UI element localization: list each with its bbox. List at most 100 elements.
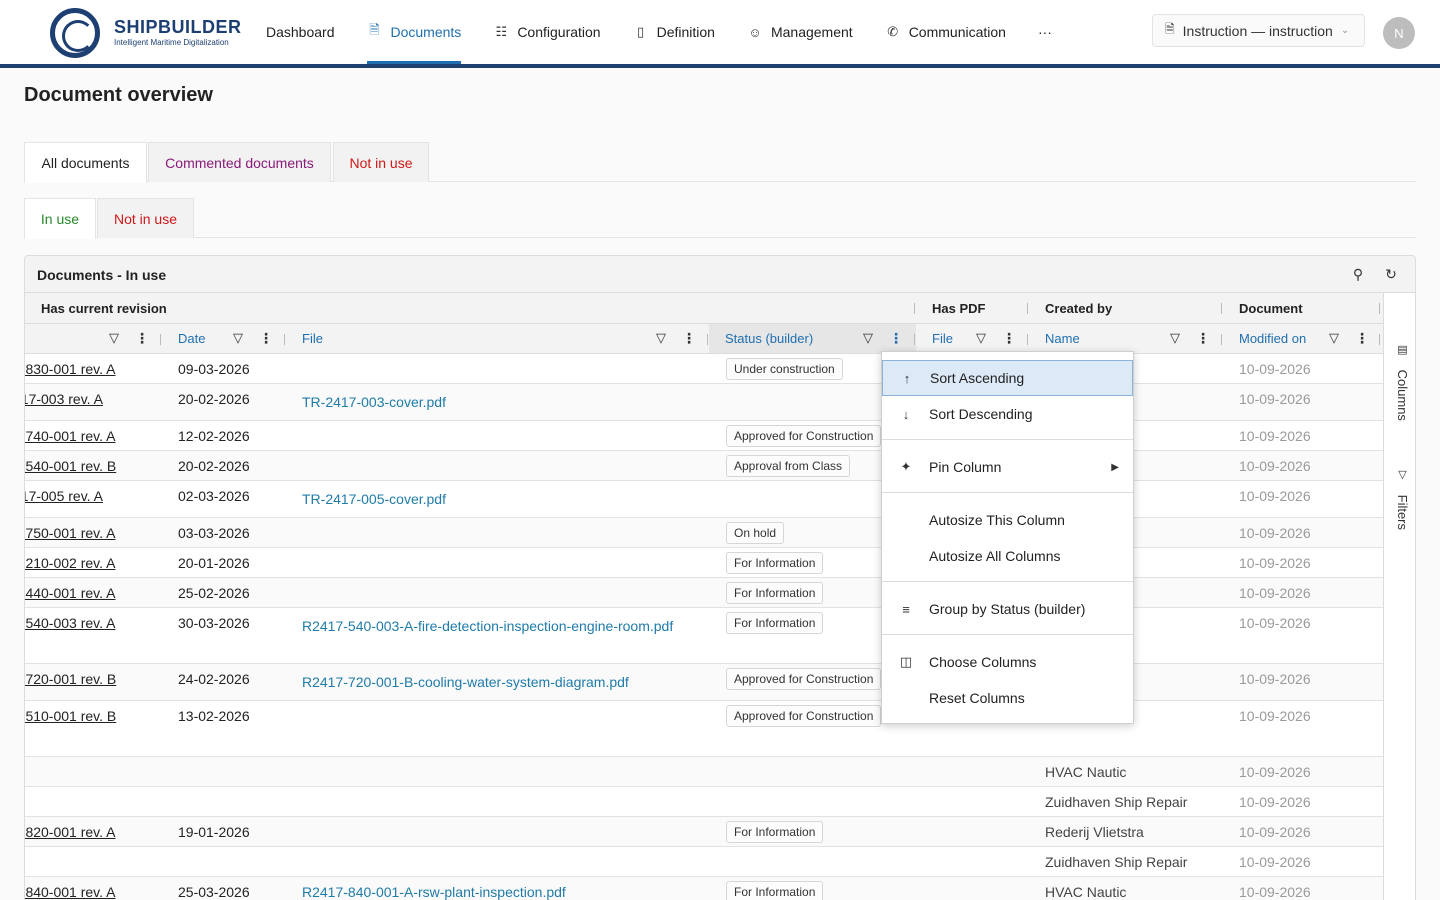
refresh-icon[interactable]: ↻ bbox=[1382, 265, 1400, 283]
table-row[interactable]: 7-750-001 rev. A03-03-2026On holdp Repai… bbox=[25, 518, 1383, 548]
pin-icon: ✦ bbox=[900, 459, 912, 474]
nav-documents[interactable]: 🗎 Documents bbox=[366, 0, 461, 64]
status-badge: Approval from Class bbox=[726, 455, 851, 477]
column-menu-icon[interactable]: ⋮ bbox=[259, 330, 273, 347]
column-separator[interactable] bbox=[1221, 334, 1222, 345]
revision-link[interactable]: 7-750-001 rev. A bbox=[25, 525, 115, 541]
filter-icon: ▽ bbox=[1396, 468, 1408, 481]
revision-link[interactable]: 7-440-001 rev. A bbox=[25, 585, 115, 601]
column-context-menu: ↑ Sort Ascending ↓ Sort Descending ✦ Pin… bbox=[881, 351, 1134, 724]
search-icon[interactable]: ⚲ bbox=[1349, 265, 1367, 283]
tab-commented-documents[interactable]: Commented documents bbox=[148, 142, 331, 182]
table-row[interactable]: 7-540-003 rev. A 30-03-2026 R2417-540-003-… bbox=[25, 608, 1383, 664]
filter-icon[interactable]: ▽ bbox=[1329, 330, 1339, 346]
modified-on-cell: 10-09-2026 bbox=[1239, 884, 1311, 900]
revision-link[interactable]: 7-830-001 rev. A bbox=[25, 361, 115, 377]
filter-icon[interactable]: ▽ bbox=[109, 330, 119, 346]
revision-link[interactable]: 7-720-001 rev. B bbox=[25, 671, 116, 687]
revision-link[interactable]: 7-840-001 rev. A bbox=[25, 884, 115, 900]
filters-panel-button[interactable]: ▽ Filters bbox=[1390, 468, 1410, 530]
column-separator[interactable] bbox=[160, 334, 161, 345]
menu-pin-column[interactable]: ✦ Pin Column ▶ bbox=[882, 449, 1133, 485]
column-menu-icon[interactable]: ⋮ bbox=[1002, 330, 1016, 347]
table-row[interactable]: 7-510-001 rev. B 13-02-2026 Approved for C… bbox=[25, 701, 1383, 757]
column-separator[interactable] bbox=[284, 334, 285, 345]
menu-reset-columns[interactable]: Reset Columns bbox=[882, 680, 1133, 716]
column-name[interactable]: Name bbox=[1045, 331, 1080, 346]
file-link[interactable]: R2417-720-001-B-cooling-water-system-dia… bbox=[302, 674, 629, 690]
table-row[interactable]: 7-820-001 rev. A 19-01-2026 For Informatio… bbox=[25, 817, 1383, 847]
instruction-selector[interactable]: 🗎 Instruction — instruction ⌄ bbox=[1152, 14, 1365, 47]
table-row[interactable]: HVAC Nautic 10-09-2026 bbox=[25, 757, 1383, 787]
user-avatar[interactable]: N bbox=[1383, 17, 1415, 49]
filter-icon[interactable]: ▽ bbox=[1170, 330, 1180, 346]
revision-link[interactable]: 7-540-003 rev. A bbox=[25, 615, 115, 631]
menu-autosize-this-column[interactable]: Autosize This Column bbox=[882, 502, 1133, 538]
filter-icon[interactable]: ▽ bbox=[863, 330, 873, 346]
column-modified-on[interactable]: Modified on bbox=[1239, 331, 1306, 346]
menu-sort-ascending[interactable]: ↑ Sort Ascending bbox=[882, 360, 1133, 396]
modified-on-cell: 10-09-2026 bbox=[1239, 488, 1311, 504]
column-status-builder[interactable]: Status (builder) bbox=[725, 331, 813, 346]
column-menu-icon[interactable]: ⋮ bbox=[889, 330, 903, 347]
menu-autosize-all-columns[interactable]: Autosize All Columns bbox=[882, 538, 1133, 574]
column-menu-icon[interactable]: ⋮ bbox=[1196, 330, 1210, 347]
table-row[interactable]: 417-003 rev. A 20-02-2026 TR-2417-003-cove… bbox=[25, 384, 1383, 421]
tab-in-use[interactable]: In use bbox=[24, 198, 96, 239]
revision-link[interactable]: 7-740-001 rev. A bbox=[25, 428, 115, 444]
table-row[interactable]: Zuidhaven Ship Repair 10-09-2026 bbox=[25, 847, 1383, 877]
column-menu-icon[interactable]: ⋮ bbox=[135, 330, 149, 347]
column-date[interactable]: Date bbox=[178, 331, 205, 346]
file-link[interactable]: R2417-840-001-A-rsw-plant-inspection.pdf bbox=[302, 884, 566, 900]
table-row[interactable]: Zuidhaven Ship Repair 10-09-2026 bbox=[25, 787, 1383, 817]
nav-more[interactable]: ··· bbox=[1038, 0, 1052, 64]
nav-communication[interactable]: ✆ Communication bbox=[885, 0, 1006, 64]
filter-icon[interactable]: ▽ bbox=[233, 330, 243, 346]
table-row[interactable]: 7-740-001 rev. A 12-02-2026 Approved for C… bbox=[25, 421, 1383, 451]
nav-definition[interactable]: ▯ Definition bbox=[633, 0, 715, 64]
columns-panel-button[interactable]: ▤ Columns bbox=[1390, 343, 1410, 421]
column-pdf-file[interactable]: File bbox=[932, 331, 953, 346]
filter-icon[interactable]: ▽ bbox=[656, 330, 666, 346]
revision-link[interactable]: 7-820-001 rev. A bbox=[25, 824, 115, 840]
created-by-cell: Zuidhaven Ship Repair bbox=[1045, 854, 1188, 870]
table-row[interactable]: 7-840-001 rev. A 25-03-2026 R2417-840-001-… bbox=[25, 877, 1383, 900]
table-row[interactable]: 417-005 rev. A 02-03-2026 TR-2417-005-cove… bbox=[25, 481, 1383, 518]
column-file[interactable]: File bbox=[302, 331, 323, 346]
column-separator[interactable] bbox=[707, 334, 708, 345]
table-row[interactable]: 7-440-001 rev. A 25-02-2026 For Informatio… bbox=[25, 578, 1383, 608]
nav-dashboard[interactable]: Dashboard bbox=[266, 0, 335, 64]
revision-link[interactable]: 7-510-001 rev. B bbox=[25, 708, 116, 724]
date-cell: 25-03-2026 bbox=[178, 884, 250, 900]
modified-on-cell: 10-09-2026 bbox=[1239, 794, 1311, 810]
revision-link[interactable]: 417-003 rev. A bbox=[25, 391, 103, 407]
filter-icon[interactable]: ▽ bbox=[976, 330, 986, 346]
revision-link[interactable]: 7-540-001 rev. B bbox=[25, 458, 116, 474]
nav-management[interactable]: ☺ Management bbox=[747, 0, 852, 64]
columns-icon: ◫ bbox=[899, 654, 913, 669]
file-link[interactable]: TR-2417-005-cover.pdf bbox=[302, 491, 446, 507]
column-menu-icon[interactable]: ⋮ bbox=[682, 330, 696, 347]
nav-configuration[interactable]: ☷ Configuration bbox=[493, 0, 600, 64]
tab-not-in-use[interactable]: Not in use bbox=[333, 142, 429, 182]
table-row[interactable]: 7-210-002 rev. A 20-01-2026 For Informatio… bbox=[25, 548, 1383, 578]
file-link[interactable]: TR-2417-003-cover.pdf bbox=[302, 394, 446, 410]
menu-choose-columns[interactable]: ◫ Choose Columns bbox=[882, 644, 1133, 680]
menu-sort-descending[interactable]: ↓ Sort Descending bbox=[882, 396, 1133, 432]
column-separator[interactable] bbox=[1027, 334, 1028, 345]
table-row[interactable]: 7-720-001 rev. B 24-02-2026 R2417-720-001-… bbox=[25, 664, 1383, 701]
column-separator[interactable] bbox=[1379, 334, 1380, 345]
file-link[interactable]: R2417-540-003-A-fire-detection-inspectio… bbox=[302, 618, 673, 634]
table-row[interactable]: 7-830-001 rev. A 09-03-2026 Under construc… bbox=[25, 354, 1383, 384]
revision-link[interactable]: 417-005 rev. A bbox=[25, 488, 103, 504]
revision-link[interactable]: 7-210-002 rev. A bbox=[25, 555, 115, 571]
column-separator[interactable] bbox=[914, 334, 915, 345]
modified-on-cell: 10-09-2026 bbox=[1239, 708, 1311, 724]
modified-on-cell: 10-09-2026 bbox=[1239, 525, 1311, 541]
column-menu-icon[interactable]: ⋮ bbox=[1355, 330, 1369, 347]
tab-all-documents[interactable]: All documents bbox=[24, 142, 147, 183]
shipbuilder-logo[interactable]: SHIPBUILDER Intelligent Maritime Digital… bbox=[50, 8, 250, 58]
table-row[interactable]: 7-540-001 rev. B 20-02-2026 Approval from … bbox=[25, 451, 1383, 481]
menu-group-by-status[interactable]: ≡ Group by Status (builder) bbox=[882, 591, 1133, 627]
tab-sub-not-in-use[interactable]: Not in use bbox=[97, 198, 194, 238]
